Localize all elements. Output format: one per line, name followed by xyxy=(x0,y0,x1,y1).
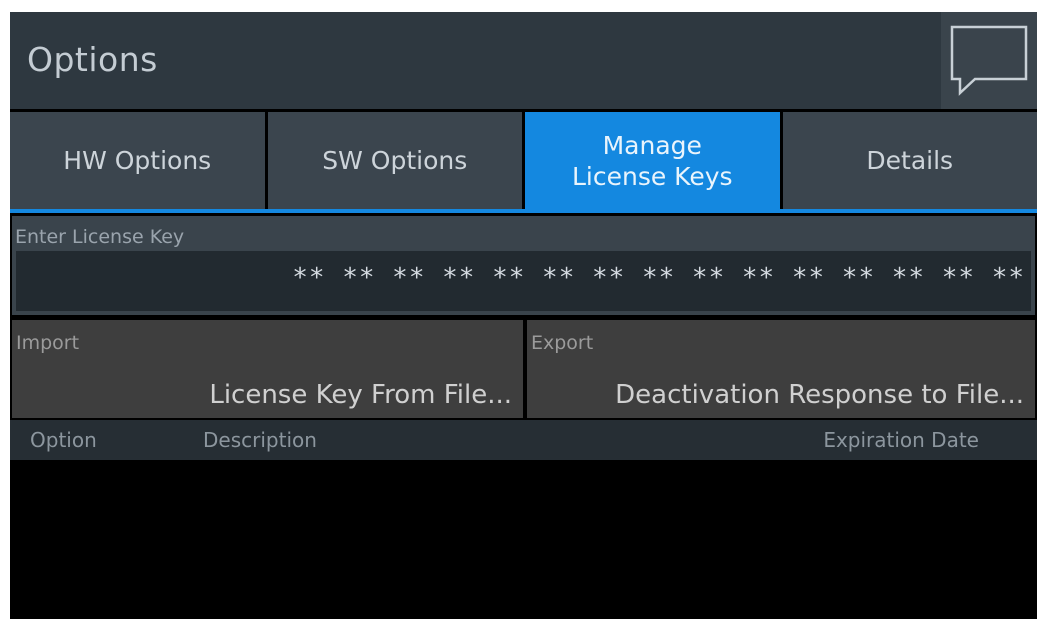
active-tab-underline xyxy=(10,209,1037,213)
license-key-value: ** ** ** ** ** ** ** ** ** ** ** ** ** *… xyxy=(292,263,1025,293)
export-button[interactable]: Export Deactivation Response to File... xyxy=(527,320,1035,418)
page-title: Options xyxy=(27,40,158,79)
options-dialog: Options HW Options SW Options Manage Lic… xyxy=(10,12,1037,619)
message-button[interactable] xyxy=(941,12,1037,109)
tab-bar: HW Options SW Options Manage License Key… xyxy=(10,112,1037,209)
license-key-panel: Enter License Key ** ** ** ** ** ** ** *… xyxy=(12,216,1035,315)
column-header-expiration-date[interactable]: Expiration Date xyxy=(823,428,979,452)
speech-bubble-icon xyxy=(950,25,1028,96)
column-header-option[interactable]: Option xyxy=(30,428,97,452)
license-key-label: Enter License Key xyxy=(15,226,185,248)
export-value: Deactivation Response to File... xyxy=(615,380,1024,410)
table-header: Option Description Expiration Date xyxy=(10,420,1037,460)
license-key-input[interactable]: ** ** ** ** ** ** ** ** ** ** ** ** ** *… xyxy=(16,251,1031,311)
title-bar: Options xyxy=(10,12,1037,109)
tab-details[interactable]: Details xyxy=(782,112,1037,209)
tab-hw-options[interactable]: HW Options xyxy=(10,112,265,209)
tab-manage-license-keys[interactable]: Manage License Keys xyxy=(525,112,780,209)
table-body[interactable] xyxy=(10,460,1037,619)
column-header-description[interactable]: Description xyxy=(203,428,317,452)
tab-label: Manage License Keys xyxy=(571,130,733,191)
import-label: Import xyxy=(16,332,80,354)
import-value: License Key From File... xyxy=(209,380,512,410)
tab-sw-options[interactable]: SW Options xyxy=(267,112,522,209)
import-button[interactable]: Import License Key From File... xyxy=(12,320,523,418)
export-label: Export xyxy=(531,332,594,354)
